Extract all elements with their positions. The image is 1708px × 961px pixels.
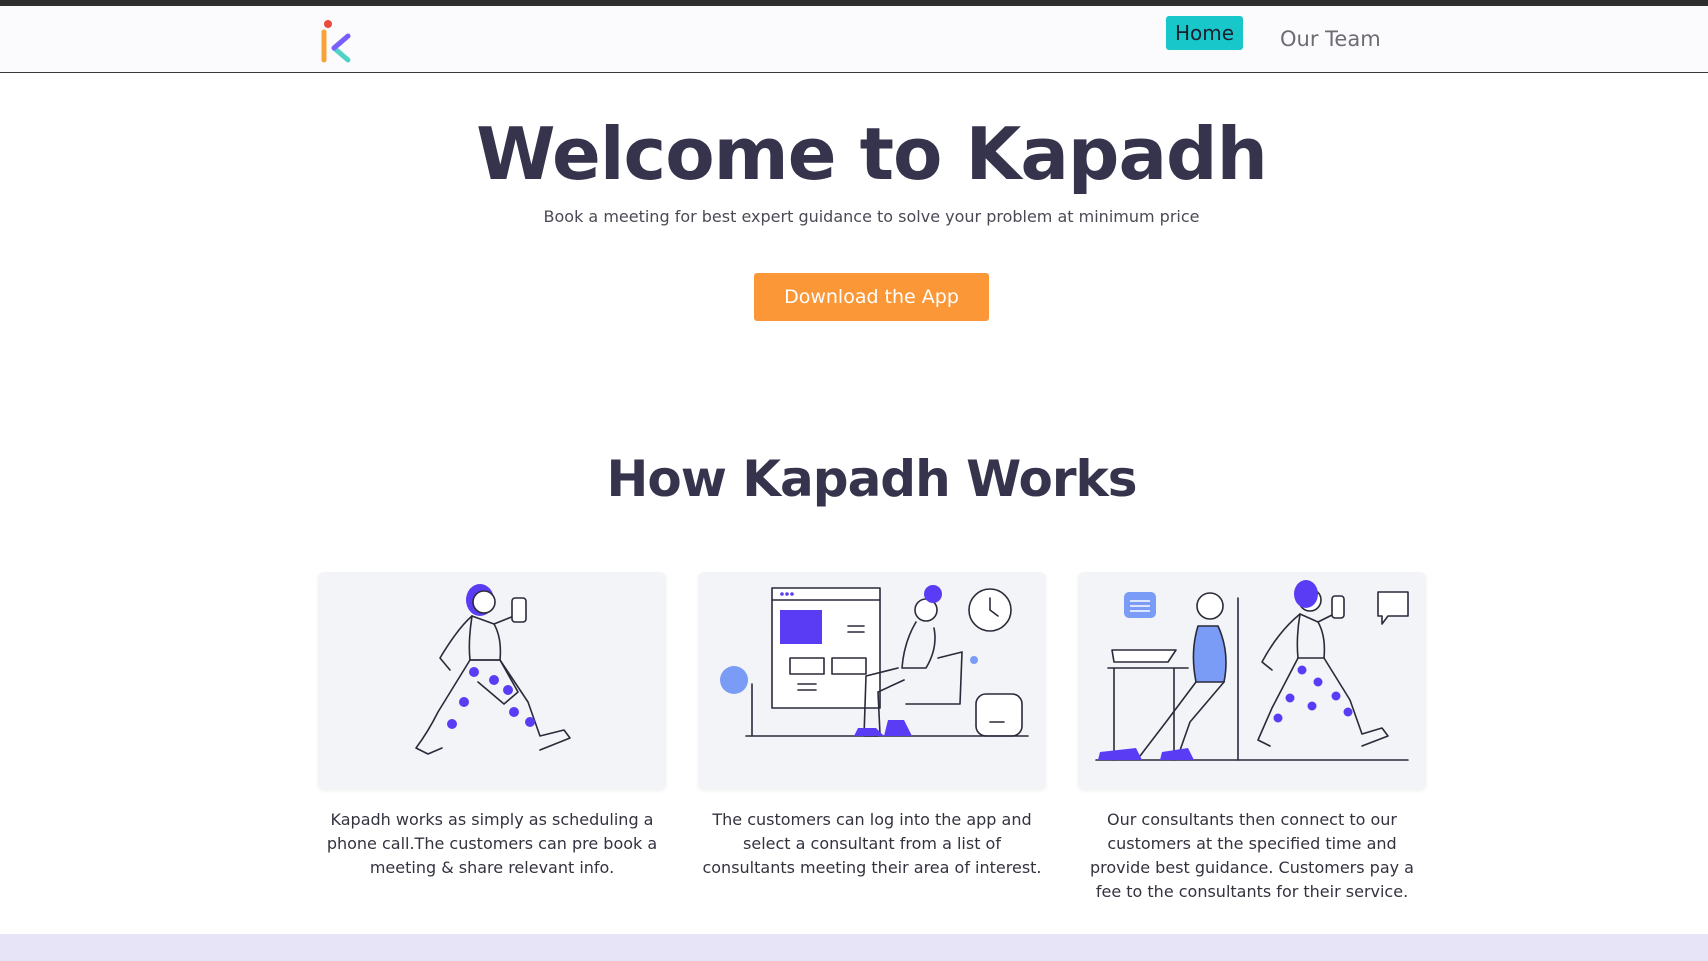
download-app-button[interactable]: Download the App	[754, 273, 989, 321]
step-card-2	[698, 572, 1046, 789]
step-3-text: Our consultants then connect to our cust…	[1090, 810, 1414, 901]
footer-band	[0, 934, 1708, 961]
consultant-connect-illustration	[1095, 580, 1409, 761]
step-2-text: The customers can log into the app and s…	[702, 810, 1042, 877]
nav-home-link[interactable]: Home	[1166, 16, 1244, 50]
how-it-works-title: How Kapadh Works	[606, 450, 1138, 508]
kapadh-logo-icon[interactable]	[318, 18, 354, 66]
step-card-3	[1078, 572, 1426, 789]
hero-title: Welcome to Kapadh	[476, 112, 1268, 196]
woman-browsing-app-illustration	[720, 585, 1029, 737]
walking-woman-phone-illustration	[415, 584, 571, 755]
hero-subtitle: Book a meeting for best expert guidance …	[543, 207, 1200, 226]
nav-our-team-link[interactable]: Our Team	[1280, 22, 1381, 56]
step-1-text: Kapadh works as simply as scheduling a p…	[326, 810, 658, 877]
navbar: Home Our Team	[0, 6, 1708, 73]
step-card-1	[318, 572, 666, 789]
